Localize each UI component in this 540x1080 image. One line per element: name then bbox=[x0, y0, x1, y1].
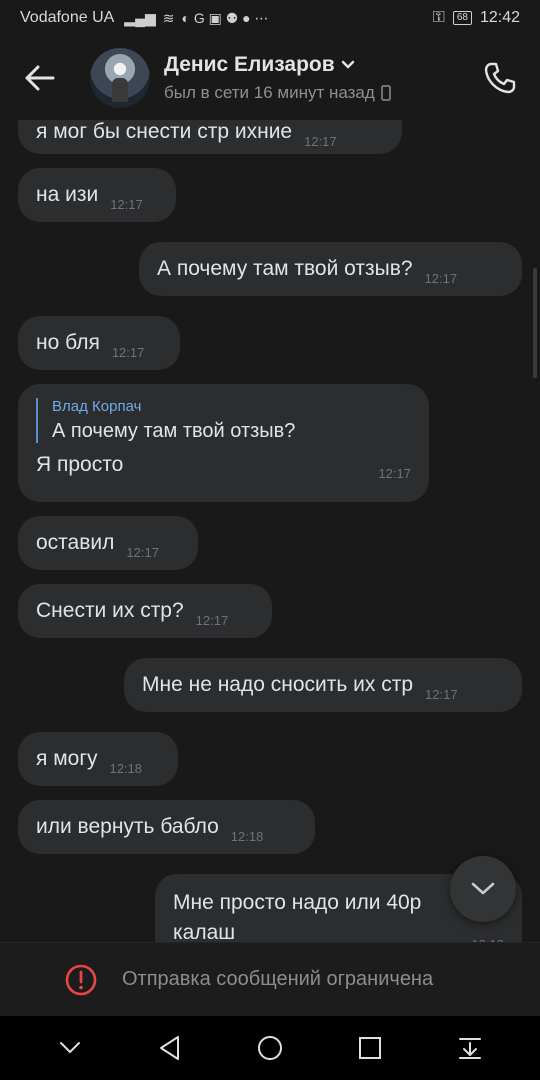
contact-name: Денис Елизаров bbox=[164, 53, 335, 76]
message-text: Мне не надо сносить их стр bbox=[142, 673, 414, 696]
message-incoming[interactable]: Снести их стр? 12:17 bbox=[18, 584, 272, 638]
message-time: 12:18 bbox=[109, 760, 143, 776]
message-text: А почему там твой отзыв? bbox=[157, 257, 413, 280]
message-time: 12:17 bbox=[111, 344, 145, 360]
clock: 12:42 bbox=[479, 9, 520, 26]
notification-icons: ◐ G ▣ ⚉ ● ⋯ bbox=[181, 9, 269, 26]
last-seen-status: был в сети 16 минут назад bbox=[164, 83, 375, 102]
message-outgoing[interactable]: Мне не надо сносить их стр 12:17 bbox=[124, 658, 522, 712]
scroll-down-icon bbox=[471, 882, 495, 895]
message-time: 12:17 bbox=[424, 270, 458, 286]
message-text: оставил bbox=[36, 531, 115, 554]
message-text-line-2: калаш bbox=[173, 921, 236, 942]
message-text: на изи bbox=[36, 183, 99, 206]
status-icons: ▂▄▆ ≋ ◐ G ▣ ⚉ ● ⋯ bbox=[124, 10, 268, 27]
message-list[interactable]: я мог бы снести стр ихние 12:17 на изи 1… bbox=[0, 120, 540, 942]
message-time: 12:18 bbox=[230, 828, 264, 844]
messaging-restricted-banner: Отправка сообщений ограничена bbox=[0, 942, 540, 1016]
signal-icon: ▂▄▆ bbox=[124, 9, 156, 26]
battery-icon: 68 bbox=[452, 11, 472, 25]
message-incoming-reply[interactable]: Влад Корпач А почему там твой отзыв? Я п… bbox=[18, 384, 429, 502]
nav-back-button[interactable] bbox=[146, 1024, 194, 1072]
pull-down-icon bbox=[459, 1038, 481, 1059]
status-bar: Vodafone UA ▂▄▆ ≋ ◐ G ▣ ⚉ ● ⋯ ⚿ 68 12:42 bbox=[0, 0, 540, 36]
message-incoming[interactable]: оставил 12:17 bbox=[18, 516, 198, 570]
battery-level: 68 bbox=[456, 12, 468, 23]
quoted-message[interactable]: Влад Корпач А почему там твой отзыв? bbox=[36, 398, 411, 443]
message-time: 12:17 bbox=[304, 133, 337, 149]
circle-home-icon bbox=[258, 1036, 282, 1060]
message-text: я мог бы снести стр ихние bbox=[36, 120, 293, 143]
message-text: я могу bbox=[36, 747, 98, 770]
scroll-down-button[interactable] bbox=[450, 856, 516, 922]
message-text: Я просто bbox=[36, 453, 124, 476]
chevron-down-icon bbox=[60, 1042, 80, 1054]
scrollbar[interactable] bbox=[533, 268, 537, 378]
chat-header: Денис Елизаров был в сети 16 минут назад bbox=[0, 36, 540, 120]
carrier-name: Vodafone UA bbox=[20, 9, 115, 26]
system-nav-bar bbox=[0, 1016, 540, 1080]
contact-info[interactable]: Денис Елизаров был в сети 16 минут назад bbox=[164, 53, 391, 103]
alert-icon bbox=[65, 964, 97, 995]
quoted-author: Влад Корпач bbox=[52, 398, 142, 415]
back-button[interactable] bbox=[14, 52, 66, 104]
call-button[interactable] bbox=[474, 52, 526, 104]
message-text: или вернуть бабло bbox=[36, 815, 219, 838]
message-time: 12:17 bbox=[110, 196, 143, 212]
message-time: 12:17 bbox=[378, 466, 411, 481]
quoted-text: А почему там твой отзыв? bbox=[52, 420, 296, 442]
square-recents-icon bbox=[359, 1037, 381, 1059]
message-incoming[interactable]: я могу 12:18 bbox=[18, 732, 178, 786]
hide-keyboard-button[interactable] bbox=[46, 1024, 94, 1072]
message-incoming[interactable]: или вернуть бабло 12:18 bbox=[18, 800, 315, 854]
nav-home-button[interactable] bbox=[246, 1024, 294, 1072]
message-incoming[interactable]: но бля 12:17 bbox=[18, 316, 180, 370]
nav-recents-button[interactable] bbox=[346, 1024, 394, 1072]
message-time: 12:17 bbox=[126, 544, 159, 560]
message-outgoing[interactable]: А почему там твой отзыв? 12:17 bbox=[139, 242, 522, 296]
avatar[interactable] bbox=[90, 48, 150, 108]
message-text: но бля bbox=[36, 331, 100, 354]
message-text: Снести их стр? bbox=[36, 599, 184, 622]
message-time: 12:18 bbox=[471, 930, 504, 942]
mobile-device-icon bbox=[381, 85, 391, 101]
back-arrow-icon bbox=[25, 65, 55, 91]
chevron-down-icon bbox=[341, 60, 354, 69]
key-icon: ⚿ bbox=[432, 9, 445, 26]
restricted-text: Отправка сообщений ограничена bbox=[122, 968, 434, 990]
phone-icon bbox=[484, 62, 516, 94]
triangle-back-icon bbox=[160, 1036, 179, 1060]
message-incoming[interactable]: я мог бы снести стр ихние 12:17 bbox=[18, 120, 402, 154]
message-time: 12:17 bbox=[425, 686, 458, 702]
notification-shade-button[interactable] bbox=[446, 1024, 494, 1072]
wifi-icon: ≋ bbox=[162, 9, 175, 26]
message-time: 12:17 bbox=[195, 612, 229, 628]
message-incoming[interactable]: на изи 12:17 bbox=[18, 168, 176, 222]
